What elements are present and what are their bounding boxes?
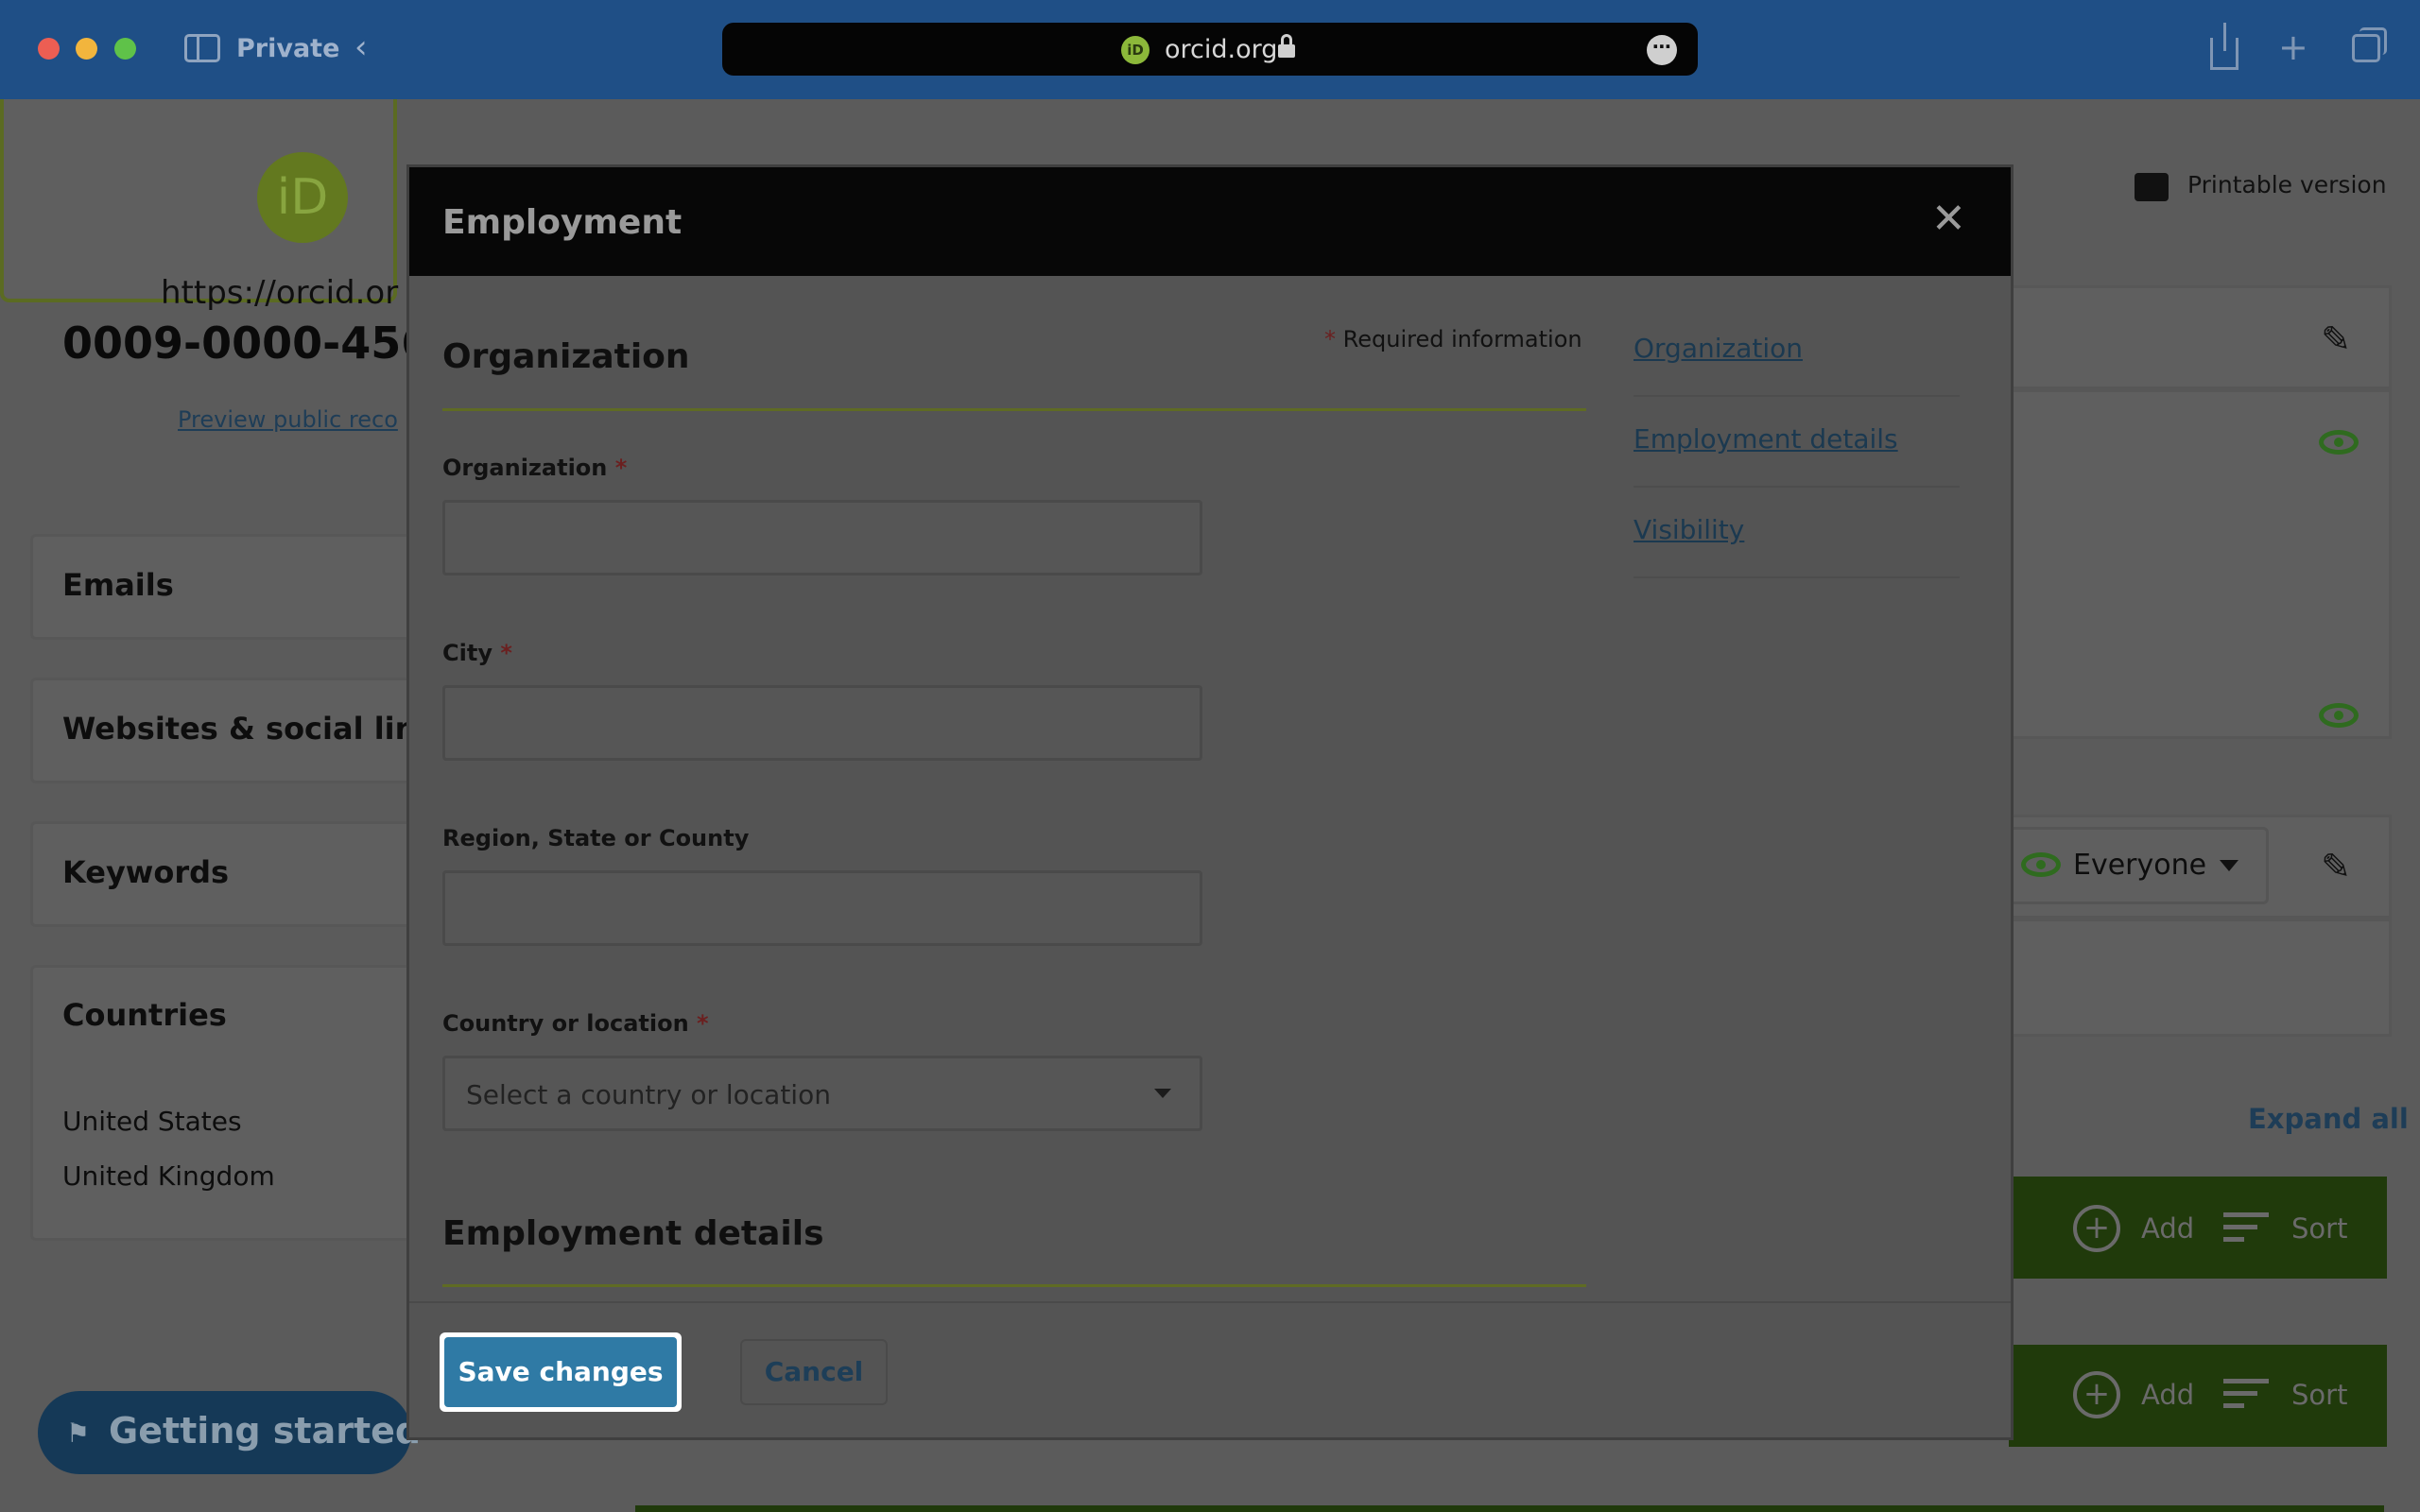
toc-divider <box>1634 395 1960 397</box>
chevron-down-icon <box>2220 860 2238 871</box>
country-item: United States <box>62 1106 242 1137</box>
required-information-label: Required information <box>1342 326 1582 352</box>
country-select-placeholder: Select a country or location <box>466 1079 831 1110</box>
share-icon[interactable] <box>2210 23 2238 70</box>
required-star: * <box>1324 326 1336 352</box>
add-button[interactable]: Add <box>2141 1379 2194 1411</box>
url-text: orcid.org <box>1165 35 1278 64</box>
organization-input[interactable] <box>442 500 1202 576</box>
organization-label-text: Organization <box>442 455 608 481</box>
country-label-text: Country or location <box>442 1010 689 1037</box>
tab-overview-icon[interactable] <box>2352 27 2387 62</box>
bio-card-body <box>2009 919 2392 1037</box>
organization-section-heading: Organization <box>442 337 690 376</box>
edit-pencil-icon[interactable]: ✎ <box>2318 849 2354 885</box>
private-mode-label: Private <box>236 34 340 63</box>
section-divider <box>442 1284 1586 1287</box>
visibility-eye-icon[interactable] <box>2319 430 2359 455</box>
site-favicon-icon: iD <box>1121 36 1150 64</box>
sort-icon[interactable] <box>2223 1379 2269 1413</box>
keywords-title: Keywords <box>62 854 230 890</box>
country-item: United Kingdom <box>62 1160 275 1192</box>
country-field-label: Country or location * <box>442 1010 709 1037</box>
employment-details-section-heading: Employment details <box>442 1214 824 1253</box>
lock-icon <box>1278 34 1295 58</box>
close-icon[interactable]: ✕ <box>1931 196 1966 243</box>
websites-title: Websites & social links <box>62 711 455 747</box>
toc-divider <box>1634 576 1960 578</box>
section-divider <box>442 408 1586 411</box>
save-changes-label: Save changes <box>444 1337 677 1407</box>
visibility-eye-icon[interactable] <box>2319 703 2359 728</box>
new-tab-icon[interactable]: + <box>2278 28 2308 66</box>
add-button[interactable]: Add <box>2141 1212 2194 1245</box>
emails-title: Emails <box>62 567 174 603</box>
organization-field-label: Organization * <box>442 455 627 481</box>
region-field-label: Region, State or County <box>442 825 750 851</box>
add-circle-icon[interactable]: + <box>2073 1205 2120 1252</box>
toc-link-visibility[interactable]: Visibility <box>1634 514 1744 545</box>
sidebar-toggle-icon[interactable] <box>184 34 220 62</box>
city-label-text: City <box>442 640 493 666</box>
toc-link-employment-details[interactable]: Employment details <box>1634 423 1898 455</box>
toc-divider <box>1634 486 1960 488</box>
sort-button[interactable]: Sort <box>2291 1379 2347 1411</box>
required-star: * <box>614 455 628 481</box>
address-bar[interactable]: iD orcid.org ⋯ <box>722 23 1698 76</box>
toc-link-organization[interactable]: Organization <box>1634 333 1803 364</box>
modal-title: Employment <box>442 203 683 242</box>
browser-toolbar: Private ‹ iD orcid.org ⋯ + <box>0 0 2420 99</box>
getting-started-label: Getting started <box>109 1410 422 1452</box>
preview-public-record-link[interactable]: Preview public reco <box>178 406 398 433</box>
getting-started-button[interactable]: ⚑ Getting started <box>38 1391 421 1474</box>
city-field-label: City * <box>442 640 512 666</box>
zoom-window-button[interactable] <box>114 38 136 60</box>
orcid-id: 0009-0000-4562 <box>62 318 462 369</box>
visibility-value: Everyone <box>2073 849 2207 882</box>
flag-icon: ⚑ <box>66 1418 91 1449</box>
save-changes-button[interactable]: Save changes <box>440 1332 682 1412</box>
region-input[interactable] <box>442 870 1202 946</box>
cancel-button[interactable]: Cancel <box>740 1339 888 1405</box>
section-bar-edge <box>635 1505 2384 1512</box>
edit-pencil-icon[interactable]: ✎ <box>2318 321 2354 357</box>
countries-title: Countries <box>62 997 227 1033</box>
expand-all-link[interactable]: Expand all <box>2248 1103 2409 1135</box>
minimize-window-button[interactable] <box>76 38 97 60</box>
close-window-button[interactable] <box>38 38 60 60</box>
sort-icon[interactable] <box>2223 1212 2269 1246</box>
footer-divider <box>409 1301 2011 1303</box>
country-select[interactable]: Select a country or location <box>442 1056 1202 1131</box>
printable-version-link[interactable]: Printable version <box>2187 171 2387 198</box>
orcid-url: https://orcid.or <box>161 274 399 312</box>
more-options-icon[interactable]: ⋯ <box>1647 35 1677 65</box>
orcid-logo-icon: iD <box>257 152 348 243</box>
visibility-eye-icon <box>2021 852 2061 877</box>
city-input[interactable] <box>442 685 1202 761</box>
modal-header: Employment ✕ <box>409 167 2011 276</box>
required-star: * <box>697 1010 709 1037</box>
chevron-down-icon <box>1154 1089 1171 1098</box>
sort-button[interactable]: Sort <box>2291 1212 2347 1245</box>
employment-modal: Employment ✕ * Required information Orga… <box>406 164 2014 1440</box>
printer-icon <box>2135 173 2169 201</box>
add-circle-icon[interactable]: + <box>2073 1371 2120 1418</box>
required-information-note: * Required information <box>1324 326 1582 352</box>
back-arrow-icon[interactable]: ‹ <box>354 31 368 63</box>
required-star: * <box>500 640 512 666</box>
